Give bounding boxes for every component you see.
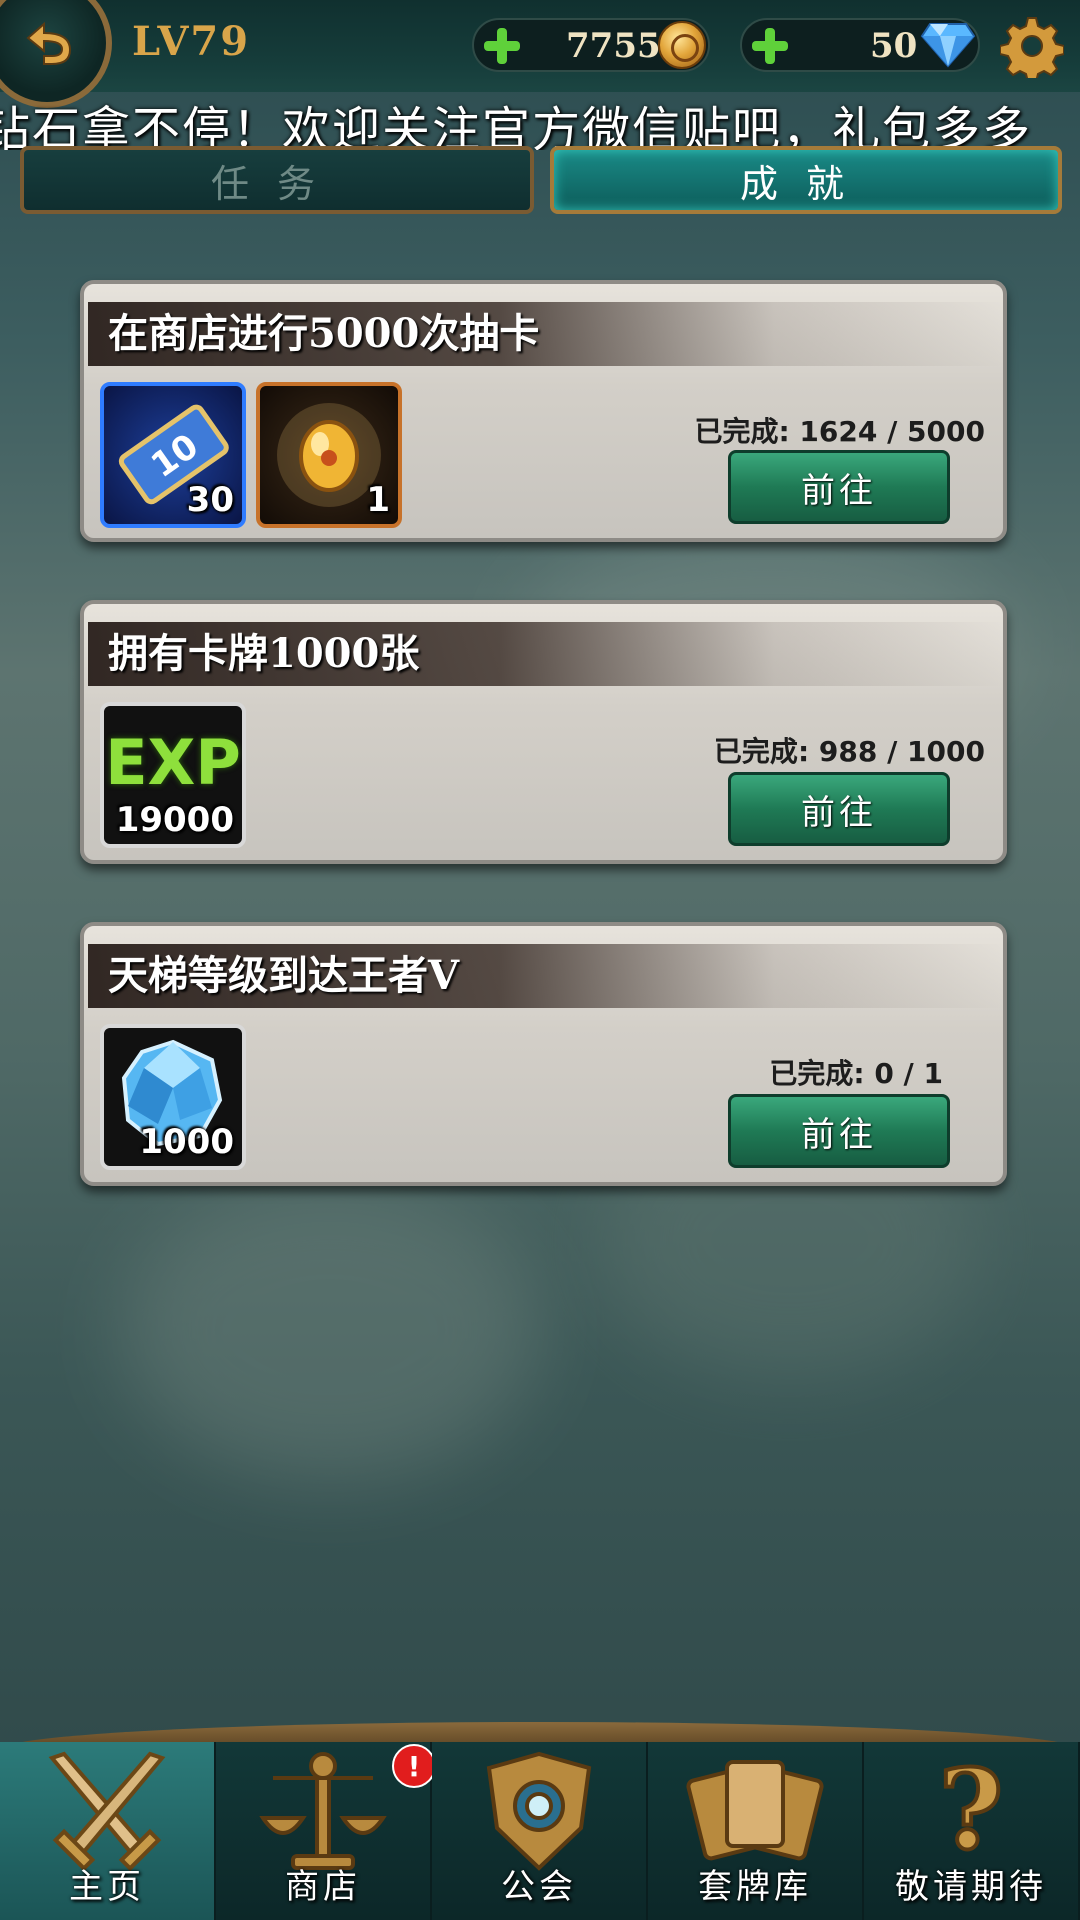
reward-item[interactable]: 10 30	[100, 382, 246, 528]
reward-quantity: 19000	[115, 800, 234, 840]
reward-quantity: 1	[366, 480, 390, 520]
progress-value: 0 / 1	[874, 1057, 943, 1090]
go-button-label: 前往	[801, 470, 877, 511]
progress-label: 已完成	[694, 415, 779, 448]
reward-item[interactable]: 1	[256, 382, 402, 528]
nav-item-guild[interactable]: 公会	[432, 1742, 648, 1920]
nav-label: 敬请期待	[895, 1867, 1047, 1907]
go-button[interactable]: 前往	[728, 772, 950, 846]
tab-achievements[interactable]: 成就	[550, 146, 1062, 214]
go-button[interactable]: 前往	[728, 450, 950, 524]
reward-quantity: 30	[186, 480, 234, 520]
marquee-text: 钻石拿不停！欢迎关注官方微信贴吧，礼包多多	[0, 102, 1033, 150]
go-button-label: 前往	[801, 1114, 877, 1155]
achievement-title: 在商店进行5000次抽卡	[88, 302, 1003, 366]
diamond-icon	[920, 23, 976, 68]
achievement-card: 拥有卡牌1000张 EXP 19000 已完成: 988 / 1000 前往	[80, 600, 1007, 864]
bottom-nav: 主页 ! 商店 公会 套牌库 ? 敬请期待	[0, 1742, 1080, 1920]
achievement-title: 天梯等级到达王者Ⅴ	[88, 944, 1003, 1008]
reward-item[interactable]: 1000	[100, 1024, 246, 1170]
achievement-card: 在商店进行5000次抽卡 10 30 1 已完成: 1624 / 5000 前往	[80, 280, 1007, 542]
nav-item-shop[interactable]: ! 商店	[216, 1742, 436, 1920]
achievement-progress: 已完成: 0 / 1	[769, 1057, 943, 1090]
player-level: LV79	[132, 18, 251, 65]
gold-coin-icon	[658, 21, 706, 69]
progress-label: 已完成	[713, 735, 798, 768]
reward-quantity: 1000	[139, 1122, 234, 1162]
exp-icon: EXP	[105, 726, 241, 799]
achievement-progress: 已完成: 1624 / 5000	[694, 415, 985, 448]
nav-item-coming-soon[interactable]: ? 敬请期待	[864, 1742, 1080, 1920]
svg-text:?: ?	[939, 1748, 1003, 1874]
notification-badge: !	[392, 1744, 436, 1788]
nav-item-home[interactable]: 主页	[0, 1742, 216, 1920]
progress-value: 988 / 1000	[818, 735, 985, 768]
nav-item-deck[interactable]: 套牌库	[648, 1742, 864, 1920]
tab-tasks[interactable]: 任务	[20, 146, 534, 214]
tab-tasks-label: 任务	[210, 161, 343, 206]
go-button[interactable]: 前往	[728, 1094, 950, 1168]
achievement-card: 天梯等级到达王者Ⅴ 1000 已完成: 0 / 1 前往	[80, 922, 1007, 1186]
gold-amount: 7755	[566, 26, 661, 66]
nav-label: 主页	[69, 1867, 145, 1907]
nav-label: 套牌库	[698, 1867, 812, 1907]
diamond-amount: 50	[870, 26, 918, 66]
tab-achievements-label: 成就	[739, 161, 872, 206]
nav-label: 商店	[285, 1867, 361, 1907]
announcement-marquee: 钻石拿不停！欢迎关注官方微信贴吧，礼包多多	[0, 88, 1080, 150]
gear-icon[interactable]	[1000, 14, 1064, 78]
background-blur	[120, 1180, 540, 1480]
add-diamond-plus-icon[interactable]	[750, 26, 790, 66]
achievement-title: 拥有卡牌1000张	[88, 622, 1003, 686]
progress-value: 1624 / 5000	[799, 415, 985, 448]
nav-label: 公会	[501, 1867, 577, 1907]
add-gold-plus-icon[interactable]	[482, 26, 522, 66]
diamond-counter: 50	[740, 18, 980, 72]
go-button-label: 前往	[801, 792, 877, 833]
back-arrow-icon	[26, 21, 72, 65]
progress-label: 已完成	[769, 1057, 854, 1090]
achievement-progress: 已完成: 988 / 1000	[713, 735, 985, 768]
reward-item[interactable]: EXP 19000	[100, 702, 246, 848]
gold-counter: 7755	[472, 18, 710, 72]
top-bar: LV79 7755 50	[0, 0, 1080, 108]
